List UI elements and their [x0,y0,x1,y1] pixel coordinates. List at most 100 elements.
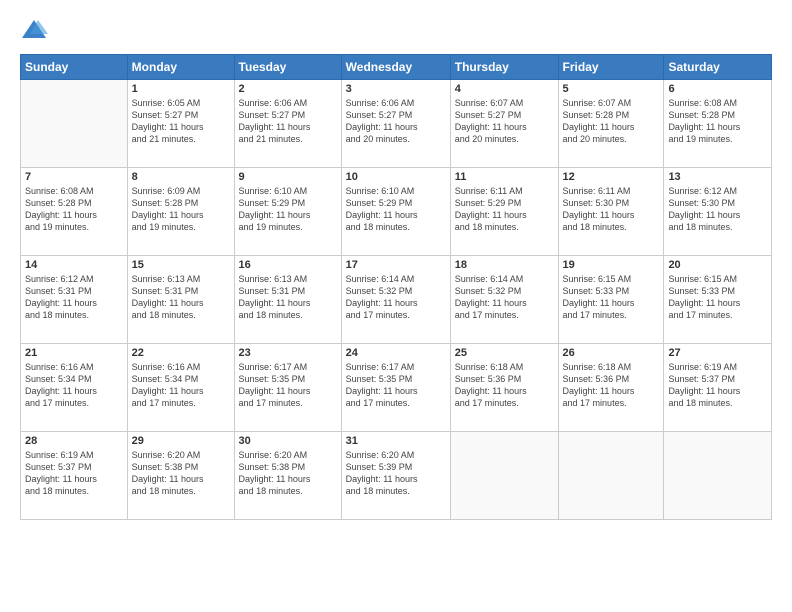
daylight-line2: and 18 minutes. [346,485,446,497]
sunset: Sunset: 5:27 PM [239,109,337,121]
daylight-line1: Daylight: 11 hours [455,209,554,221]
daylight-line1: Daylight: 11 hours [563,297,660,309]
sunrise: Sunrise: 6:20 AM [132,449,230,461]
sunrise: Sunrise: 6:19 AM [25,449,123,461]
day-info: Sunrise: 6:08 AMSunset: 5:28 PMDaylight:… [668,97,767,146]
calendar-week-1: 1Sunrise: 6:05 AMSunset: 5:27 PMDaylight… [21,80,772,168]
daylight-line2: and 17 minutes. [346,397,446,409]
day-info: Sunrise: 6:17 AMSunset: 5:35 PMDaylight:… [346,361,446,410]
daylight-line1: Daylight: 11 hours [239,209,337,221]
daylight-line1: Daylight: 11 hours [346,473,446,485]
sunset: Sunset: 5:29 PM [346,197,446,209]
calendar-cell: 30 Sunrise: 6:20 AMSunset: 5:38 PMDayligh… [234,432,341,520]
sunrise: Sunrise: 6:15 AM [563,273,660,285]
calendar-cell: 11Sunrise: 6:11 AMSunset: 5:29 PMDayligh… [450,168,558,256]
day-number: 8 [132,171,230,183]
sunset: Sunset: 5:28 PM [25,197,123,209]
daylight-line1: Daylight: 11 hours [563,209,660,221]
sunrise: Sunrise: 6:18 AM [563,361,660,373]
sunset: Sunset: 5:32 PM [346,285,446,297]
sunset: Sunset: 5:29 PM [455,197,554,209]
calendar-cell: 8 Sunrise: 6:09 AMSunset: 5:28 PMDaylight… [127,168,234,256]
calendar-cell: 6 Sunrise: 6:08 AMSunset: 5:28 PMDaylight… [664,80,772,168]
calendar-cell: 12Sunrise: 6:11 AMSunset: 5:30 PMDayligh… [558,168,664,256]
calendar-cell: 24 Sunrise: 6:17 AMSunset: 5:35 PMDayligh… [341,344,450,432]
header-cell-sunday: Sunday [21,55,128,80]
calendar-cell: 21Sunrise: 6:16 AMSunset: 5:34 PMDayligh… [21,344,128,432]
daylight-line1: Daylight: 11 hours [132,209,230,221]
calendar-cell: 4Sunrise: 6:07 AMSunset: 5:27 PMDaylight… [450,80,558,168]
sunrise: Sunrise: 6:09 AM [132,185,230,197]
header [20,16,772,44]
daylight-line1: Daylight: 11 hours [346,121,446,133]
sunset: Sunset: 5:28 PM [132,197,230,209]
daylight-line1: Daylight: 11 hours [25,297,123,309]
day-number: 27 [668,347,767,359]
day-number: 6 [668,83,767,95]
daylight-line2: and 17 minutes. [239,397,337,409]
daylight-line1: Daylight: 11 hours [668,209,767,221]
daylight-line1: Daylight: 11 hours [668,385,767,397]
sunrise: Sunrise: 6:14 AM [346,273,446,285]
daylight-line1: Daylight: 11 hours [132,121,230,133]
day-info: Sunrise: 6:15 AMSunset: 5:33 PMDaylight:… [563,273,660,322]
calendar-cell: 10Sunrise: 6:10 AMSunset: 5:29 PMDayligh… [341,168,450,256]
daylight-line1: Daylight: 11 hours [668,297,767,309]
day-info: Sunrise: 6:12 AMSunset: 5:30 PMDaylight:… [668,185,767,234]
header-cell-friday: Friday [558,55,664,80]
sunset: Sunset: 5:30 PM [563,197,660,209]
sunrise: Sunrise: 6:18 AM [455,361,554,373]
day-info: Sunrise: 6:08 AMSunset: 5:28 PMDaylight:… [25,185,123,234]
day-info: Sunrise: 6:07 AMSunset: 5:27 PMDaylight:… [455,97,554,146]
daylight-line2: and 17 minutes. [563,309,660,321]
sunset: Sunset: 5:32 PM [455,285,554,297]
daylight-line2: and 17 minutes. [455,309,554,321]
calendar-table: SundayMondayTuesdayWednesdayThursdayFrid… [20,54,772,520]
sunset: Sunset: 5:31 PM [239,285,337,297]
sunrise: Sunrise: 6:16 AM [25,361,123,373]
day-info: Sunrise: 6:20 AMSunset: 5:38 PMDaylight:… [239,449,337,498]
sunset: Sunset: 5:27 PM [346,109,446,121]
daylight-line2: and 18 minutes. [25,485,123,497]
day-number: 24 [346,347,446,359]
day-info: Sunrise: 6:07 AMSunset: 5:28 PMDaylight:… [563,97,660,146]
daylight-line2: and 20 minutes. [455,133,554,145]
calendar-cell: 9Sunrise: 6:10 AMSunset: 5:29 PMDaylight… [234,168,341,256]
calendar-cell: 7Sunrise: 6:08 AMSunset: 5:28 PMDaylight… [21,168,128,256]
sunset: Sunset: 5:28 PM [563,109,660,121]
day-number: 29 [132,435,230,447]
calendar-cell [450,432,558,520]
daylight-line2: and 18 minutes. [239,309,337,321]
day-number: 12 [563,171,660,183]
calendar-week-2: 7Sunrise: 6:08 AMSunset: 5:28 PMDaylight… [21,168,772,256]
daylight-line2: and 18 minutes. [132,485,230,497]
sunrise: Sunrise: 6:14 AM [455,273,554,285]
day-number: 10 [346,171,446,183]
daylight-line2: and 19 minutes. [132,221,230,233]
daylight-line2: and 17 minutes. [668,309,767,321]
sunset: Sunset: 5:27 PM [455,109,554,121]
day-number: 31 [346,435,446,447]
sunrise: Sunrise: 6:06 AM [346,97,446,109]
daylight-line2: and 19 minutes. [25,221,123,233]
calendar-cell: 26 Sunrise: 6:18 AMSunset: 5:36 PMDayligh… [558,344,664,432]
day-info: Sunrise: 6:18 AMSunset: 5:36 PMDaylight:… [563,361,660,410]
daylight-line1: Daylight: 11 hours [239,297,337,309]
day-info: Sunrise: 6:12 AMSunset: 5:31 PMDaylight:… [25,273,123,322]
day-number: 21 [25,347,123,359]
daylight-line2: and 21 minutes. [132,133,230,145]
day-info: Sunrise: 6:09 AMSunset: 5:28 PMDaylight:… [132,185,230,234]
sunrise: Sunrise: 6:17 AM [346,361,446,373]
day-info: Sunrise: 6:17 AMSunset: 5:35 PMDaylight:… [239,361,337,410]
day-number: 1 [132,83,230,95]
daylight-line2: and 18 minutes. [25,309,123,321]
calendar-cell: 29Sunrise: 6:20 AMSunset: 5:38 PMDayligh… [127,432,234,520]
day-number: 26 [563,347,660,359]
day-number: 30 [239,435,337,447]
header-row: SundayMondayTuesdayWednesdayThursdayFrid… [21,55,772,80]
calendar-cell: 5Sunrise: 6:07 AMSunset: 5:28 PMDaylight… [558,80,664,168]
daylight-line1: Daylight: 11 hours [346,297,446,309]
calendar-cell: 28Sunrise: 6:19 AMSunset: 5:37 PMDayligh… [21,432,128,520]
sunrise: Sunrise: 6:07 AM [563,97,660,109]
calendar-cell: 15Sunrise: 6:13 AMSunset: 5:31 PMDayligh… [127,256,234,344]
